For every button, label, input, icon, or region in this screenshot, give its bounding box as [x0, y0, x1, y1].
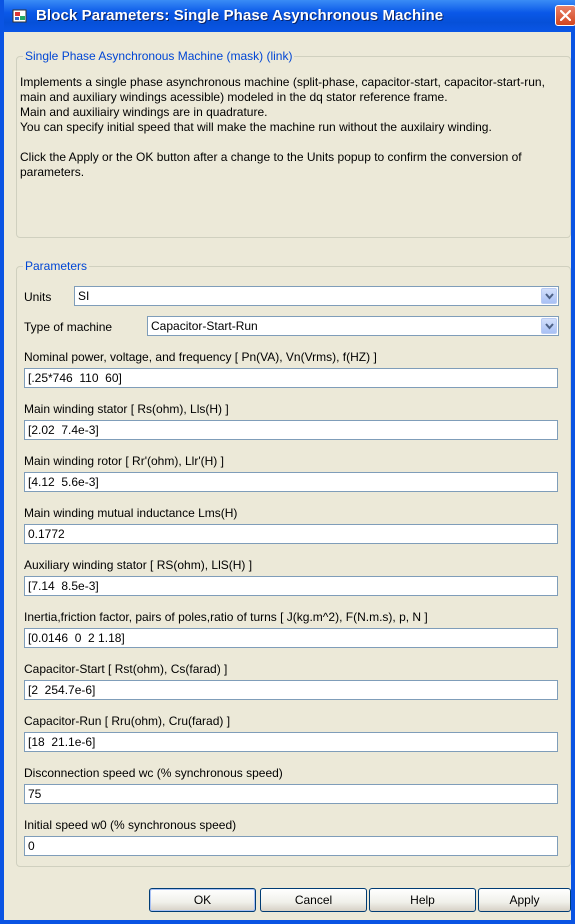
- description-text: Implements a single phase asynchronous m…: [20, 75, 550, 180]
- description-paragraph: Implements a single phase asynchronous m…: [20, 75, 545, 104]
- main-rotor-label: Main winding rotor [ Rr'(ohm), Llr'(H) ]: [24, 454, 224, 468]
- description-paragraph: Main and auxiliairy windings are in quad…: [20, 105, 268, 119]
- machine-type-select[interactable]: Capacitor-Start-Run: [147, 316, 559, 336]
- dialog-window: Block Parameters: Single Phase Asynchron…: [0, 0, 575, 924]
- nominal-params-label: Nominal power, voltage, and frequency [ …: [24, 350, 377, 364]
- aux-stator-input[interactable]: [24, 576, 558, 596]
- machine-type-dropdown-button[interactable]: [541, 318, 557, 334]
- capacitor-start-input[interactable]: [24, 680, 558, 700]
- title-bar[interactable]: Block Parameters: Single Phase Asynchron…: [4, 0, 575, 32]
- nominal-params-input[interactable]: [24, 368, 558, 388]
- units-label: Units: [24, 290, 52, 304]
- disconnection-speed-input[interactable]: [24, 784, 558, 804]
- capacitor-run-input[interactable]: [24, 732, 558, 752]
- units-select[interactable]: SI: [74, 286, 559, 306]
- main-stator-input[interactable]: [24, 420, 558, 440]
- close-icon: [560, 10, 571, 21]
- initial-speed-input[interactable]: [24, 836, 558, 856]
- ok-button[interactable]: OK: [149, 888, 256, 912]
- description-group-title: Single Phase Asynchronous Machine (mask)…: [23, 49, 295, 63]
- capacitor-start-label: Capacitor-Start [ Rst(ohm), Cs(farad) ]: [24, 662, 228, 676]
- chevron-down-icon: [545, 293, 554, 300]
- simulink-block-icon: [12, 8, 28, 24]
- close-button[interactable]: [555, 5, 575, 26]
- aux-stator-label: Auxiliary winding stator [ RS(ohm), LlS(…: [24, 558, 253, 572]
- main-rotor-input[interactable]: [24, 472, 558, 492]
- machine-type-label: Type of machine: [24, 320, 113, 334]
- description-paragraph: You can specify initial speed that will …: [20, 120, 492, 134]
- help-button[interactable]: Help: [369, 888, 476, 912]
- apply-button[interactable]: Apply: [478, 888, 571, 912]
- window-title: Block Parameters: Single Phase Asynchron…: [36, 7, 444, 24]
- units-dropdown-button[interactable]: [541, 288, 557, 304]
- capacitor-run-label: Capacitor-Run [ Rru(ohm), Cru(farad) ]: [24, 714, 231, 728]
- units-selected-value: SI: [78, 289, 90, 303]
- parameters-group-title: Parameters: [23, 259, 90, 273]
- main-stator-label: Main winding stator [ Rs(ohm), Lls(H) ]: [24, 402, 229, 416]
- description-paragraph: Click the Apply or the OK button after a…: [20, 150, 522, 179]
- chevron-down-icon: [545, 323, 554, 330]
- mutual-inductance-label: Main winding mutual inductance Lms(H): [24, 506, 238, 520]
- machine-type-selected-value: Capacitor-Start-Run: [151, 319, 258, 333]
- mutual-inductance-input[interactable]: [24, 524, 558, 544]
- initial-speed-label: Initial speed w0 (% synchronous speed): [24, 818, 237, 832]
- mechanical-params-input[interactable]: [24, 628, 558, 648]
- cancel-button[interactable]: Cancel: [260, 888, 367, 912]
- disconnection-speed-label: Disconnection speed wc (% synchronous sp…: [24, 766, 283, 780]
- mechanical-params-label: Inertia,friction factor, pairs of poles,…: [24, 610, 428, 624]
